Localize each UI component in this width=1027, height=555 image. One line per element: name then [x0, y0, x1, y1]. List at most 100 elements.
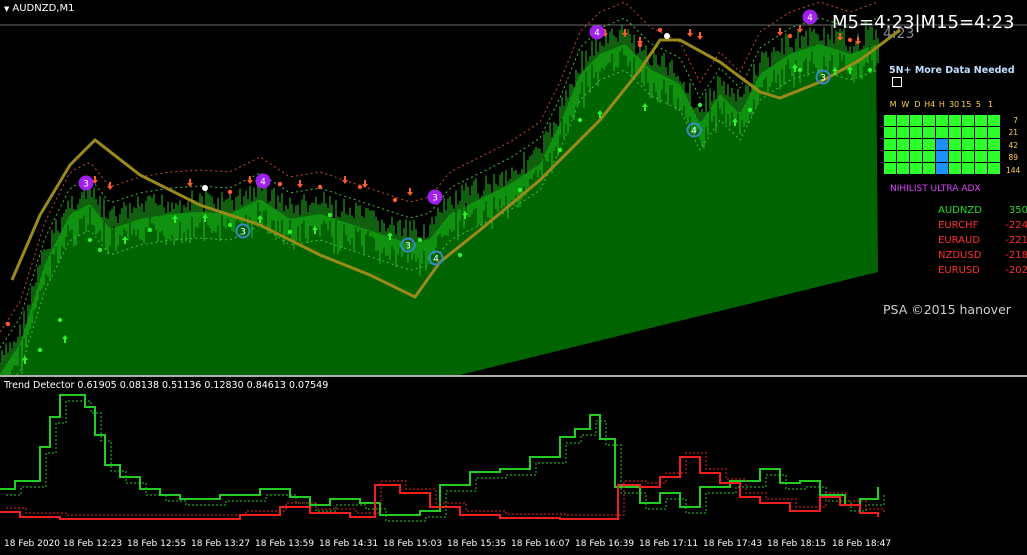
signal-dot — [87, 237, 93, 243]
down-arrow-icon — [697, 32, 703, 40]
adx-cell — [962, 163, 974, 174]
adx-cell — [936, 115, 948, 126]
marker-dot — [664, 33, 670, 39]
time-tick-label: 18 Feb 15:35 — [447, 539, 507, 549]
signal-dot — [317, 184, 323, 190]
signal-dot — [557, 147, 563, 153]
adx-cell — [910, 139, 922, 150]
data-needed-label: 5N+ More Data Needed — [889, 65, 1015, 76]
signal-dot — [287, 229, 293, 235]
symbol-label: AUDNZD,M1 — [12, 3, 75, 14]
adx-cell — [949, 151, 961, 162]
badge-label: 4 — [433, 255, 439, 265]
adx-cell — [988, 151, 1000, 162]
signal-dot — [747, 107, 753, 113]
time-tick-label: 18 Feb 16:07 — [511, 539, 571, 549]
signal-dot — [697, 102, 703, 108]
badge-label: 3 — [432, 194, 438, 204]
adx-cell — [884, 115, 896, 126]
adx-header: 15 — [961, 100, 972, 109]
adx-cell — [975, 139, 987, 150]
adx-cell — [962, 115, 974, 126]
wave-count-badge: 3 — [78, 175, 94, 191]
price-chart[interactable]: 3434433443 ▼ AUDNZD,M1 M5=4:23|M15=4:23 … — [0, 0, 1027, 401]
adx-header: D — [914, 100, 921, 109]
time-tick-label: 18 Feb 12:55 — [127, 539, 187, 549]
adx-row-label: 89 — [1008, 153, 1018, 163]
strength-value: -202 — [1005, 265, 1027, 276]
adx-cell — [988, 127, 1000, 138]
strength-symbol: EURUSD — [938, 265, 980, 276]
adx-cell — [975, 151, 987, 162]
trend-detector-canvas[interactable] — [0, 377, 1027, 537]
adx-cell — [884, 163, 896, 174]
marker-dot — [202, 185, 208, 191]
adx-name: NIHILIST ULTRA ADX — [890, 184, 981, 194]
trend-detector-panel[interactable]: Trend Detector 0.61905 0.08138 0.51136 0… — [0, 377, 1027, 537]
time-tick-label: 18 Feb 12:23 — [63, 539, 123, 549]
signal-dot — [657, 27, 663, 33]
adx-header: M — [889, 100, 897, 109]
time-tick-label: 18 Feb 15:03 — [383, 539, 443, 549]
adx-cell — [897, 127, 909, 138]
signal-dot — [457, 252, 463, 258]
time-tick-label: 18 Feb 16:39 — [575, 539, 635, 549]
adx-cell — [936, 139, 948, 150]
signal-dot — [417, 237, 423, 243]
down-arrow-icon — [622, 29, 628, 37]
badge-label: 3 — [83, 180, 89, 190]
signal-dot — [787, 33, 793, 39]
adx-cell — [897, 115, 909, 126]
adx-row-label: 144 — [1006, 165, 1021, 175]
signal-dot — [637, 42, 643, 48]
adx-cell — [988, 139, 1000, 150]
adx-header: H — [938, 100, 945, 109]
adx-row-label: 42 — [1008, 140, 1018, 150]
signal-dot — [577, 117, 583, 123]
strength-symbol: EURCHF — [938, 220, 979, 231]
chart-symbol-title: ▼ AUDNZD,M1 — [4, 3, 74, 14]
adx-cell — [884, 151, 896, 162]
wave-count-badge: 4 — [802, 9, 818, 25]
adx-cell — [988, 115, 1000, 126]
signal-dot — [867, 67, 873, 73]
adx-cell — [962, 151, 974, 162]
adx-cell — [884, 127, 896, 138]
adx-cell — [936, 127, 948, 138]
data-needed-notice: 5N+ More Data Needed — [889, 65, 1027, 87]
adx-cell — [949, 115, 961, 126]
adx-timeframe-headers: M W D H4 H 30 15 5 1 — [887, 100, 1019, 109]
signal-dot — [57, 317, 63, 323]
time-tick-label: 18 Feb 14:31 — [319, 539, 379, 549]
badge-label: 3 — [240, 228, 246, 238]
signal-dot — [147, 227, 153, 233]
badge-label: 4 — [260, 178, 266, 188]
price-chart-canvas[interactable]: 3 4 3 4 4 3 3 4 4 3 — [0, 0, 1027, 401]
adx-header: W — [901, 100, 910, 109]
adx-cell — [936, 163, 948, 174]
adx-cell — [923, 163, 935, 174]
signal-dot — [37, 347, 43, 353]
data-needed-box-icon[interactable] — [892, 76, 902, 87]
adx-cell — [923, 139, 935, 150]
down-arrow-icon — [407, 188, 413, 196]
timeframe-timers: M5=4:23|M15=4:23 — [832, 12, 1015, 33]
adx-row-labels: 7 21 42 89 144 — [1006, 115, 1021, 177]
adx-row-label: 7 — [1013, 116, 1018, 125]
adx-cell — [910, 115, 922, 126]
signal-dot — [392, 197, 398, 203]
adx-cell — [897, 163, 909, 174]
adx-cell — [975, 163, 987, 174]
adx-header: 5 — [975, 100, 981, 109]
copyright-label: PSA ©2015 hanover — [883, 302, 1011, 317]
signal-dot — [97, 247, 103, 253]
strength-row: EURAUD -221 — [938, 233, 1027, 248]
timer-shadow: 4:23 — [883, 26, 915, 42]
wave-count-badge: 4 — [255, 173, 271, 189]
adx-cell — [988, 163, 1000, 174]
strength-symbol: AUDNZD — [938, 205, 982, 216]
strength-symbol: EURAUD — [938, 235, 981, 246]
strength-value: 350 — [1008, 205, 1027, 216]
adx-cell — [897, 139, 909, 150]
signal-dot — [227, 222, 233, 228]
